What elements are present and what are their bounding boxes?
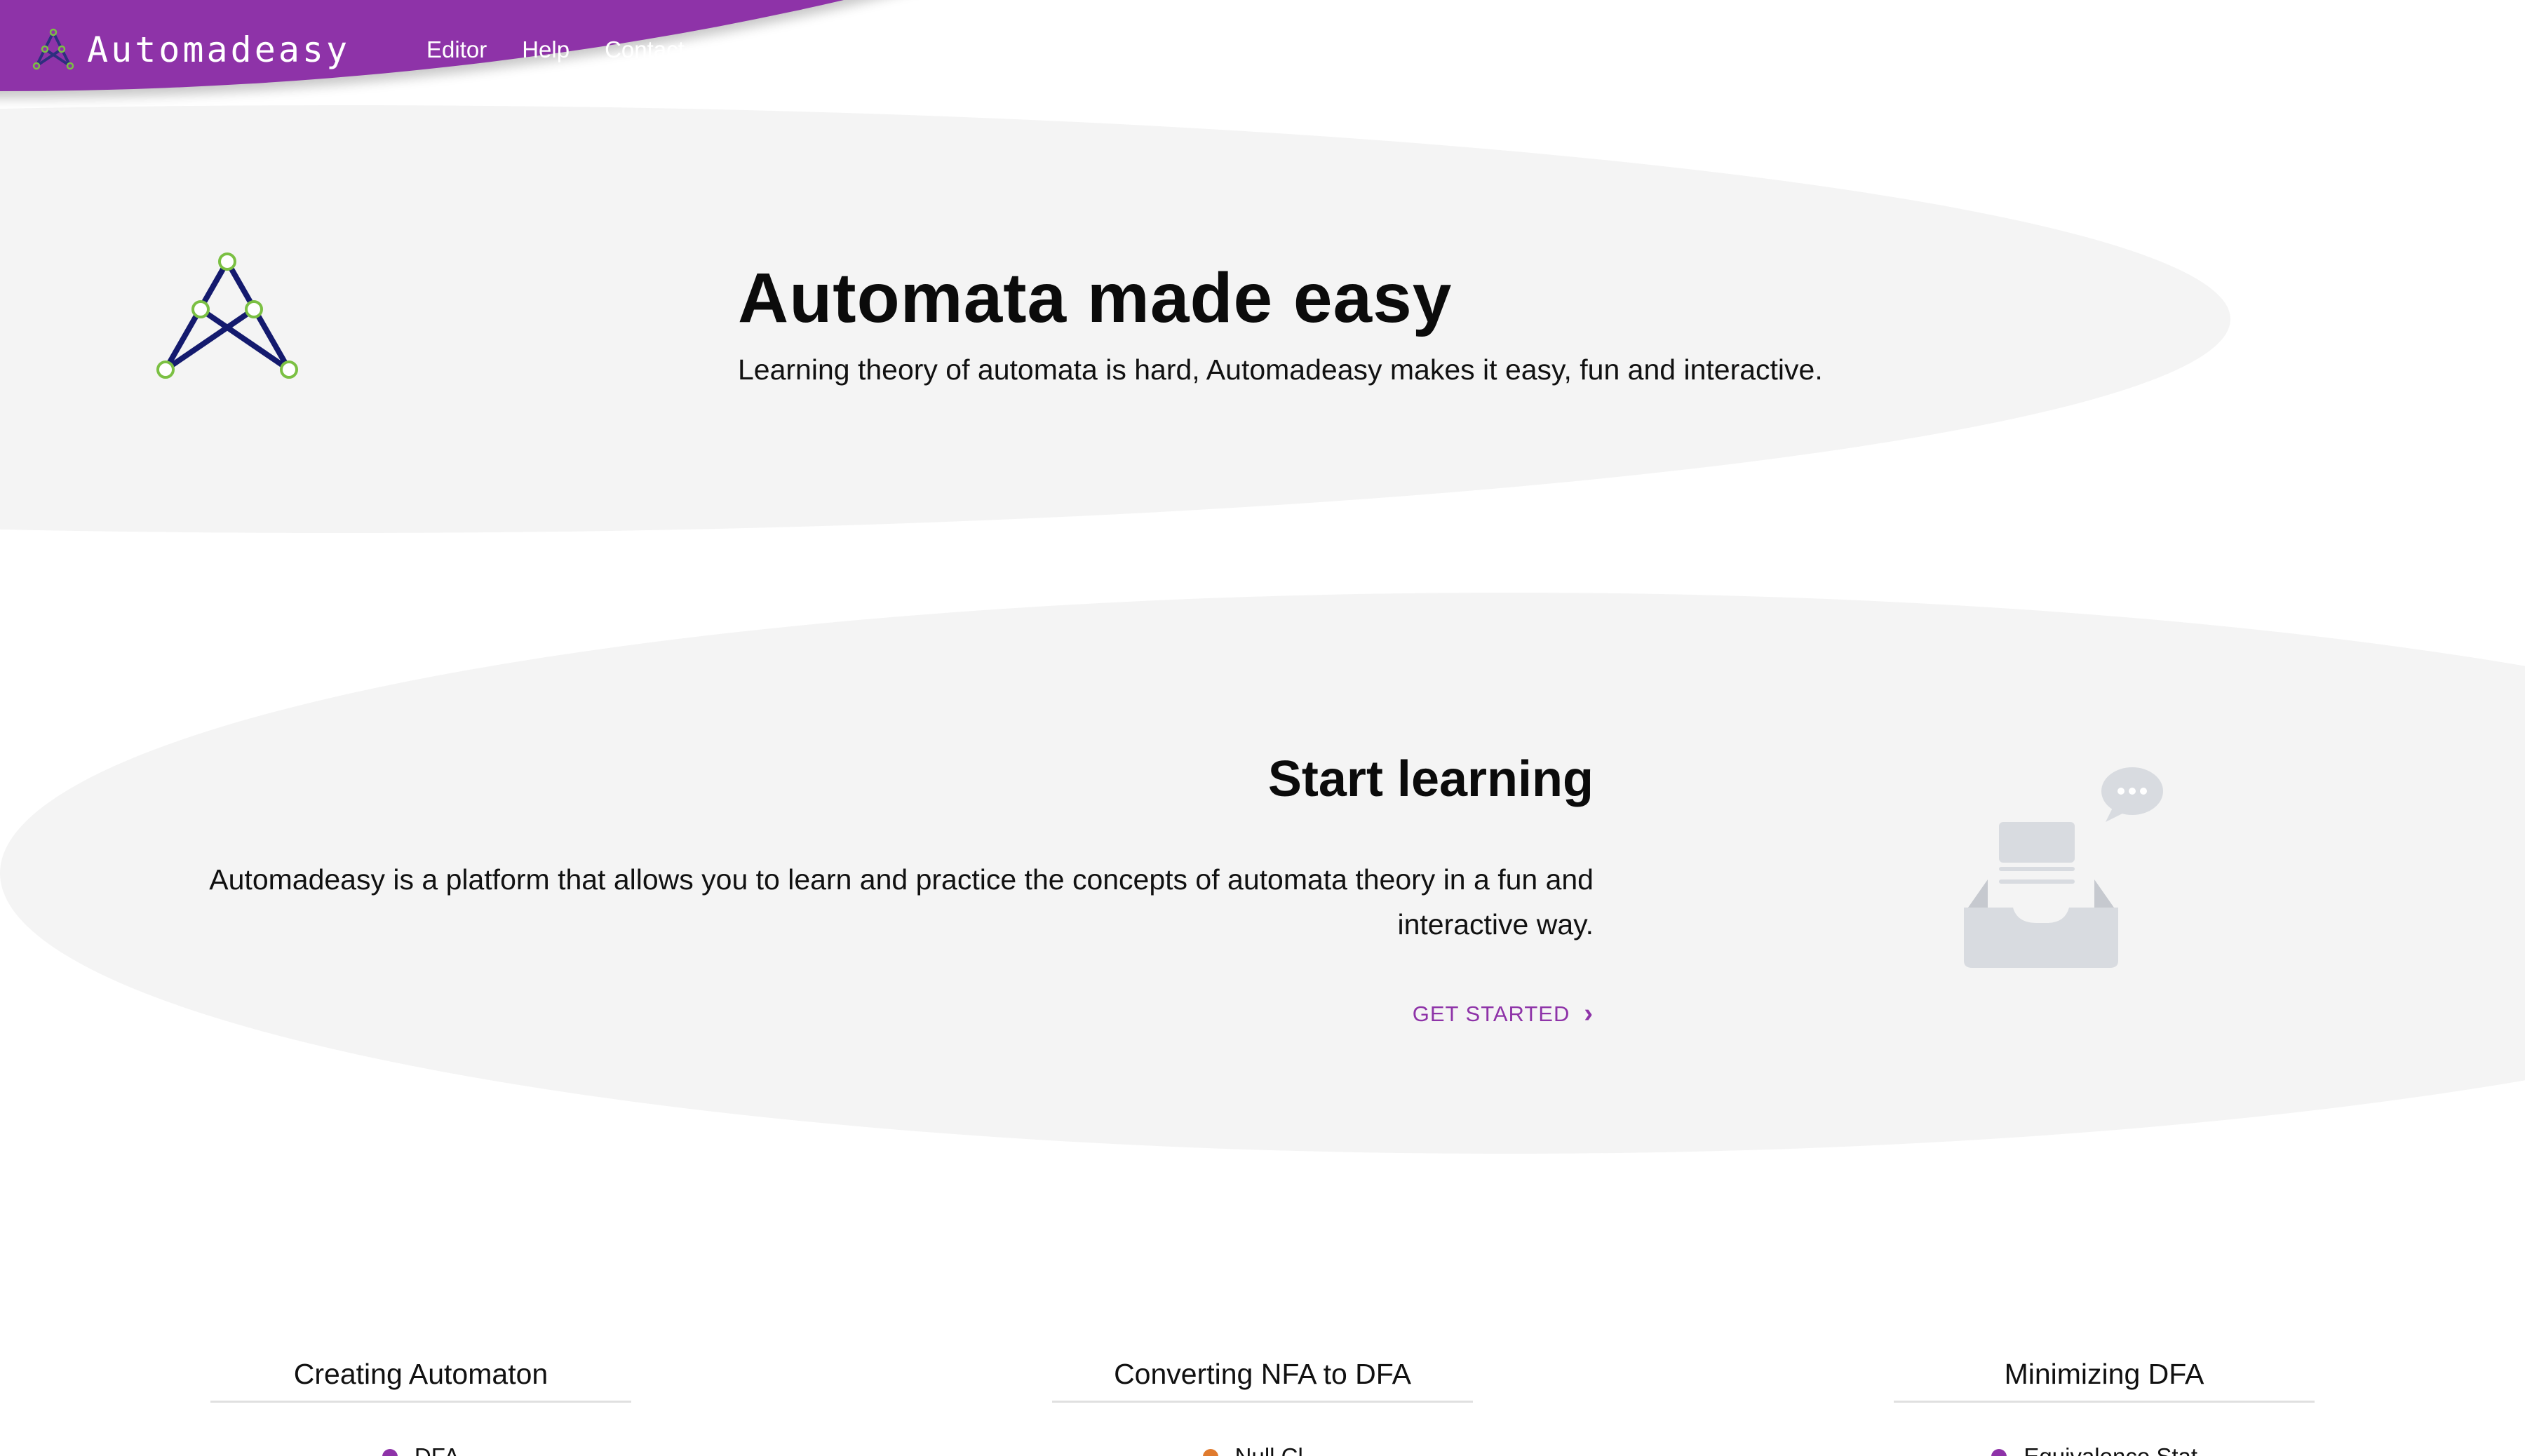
- automaton-logo-icon[interactable]: [31, 27, 76, 72]
- feature-list-item[interactable]: DFA: [210, 1443, 631, 1456]
- main-nav: Editor Help Contact: [426, 36, 685, 63]
- bullet-dot-icon: [382, 1449, 398, 1456]
- feature-title: Converting NFA to DFA: [1052, 1358, 1473, 1403]
- hero-subtitle: Learning theory of automata is hard, Aut…: [738, 353, 1823, 386]
- inbox-chat-illustration: [1964, 767, 2163, 968]
- feature-minimizing-dfa: Minimizing DFA Equivalence Stat...: [1894, 1358, 2315, 1456]
- feature-creating-automaton: Creating Automaton DFA: [210, 1358, 631, 1456]
- feature-title: Minimizing DFA: [1894, 1358, 2315, 1403]
- bullet-dot-icon: [1991, 1449, 2007, 1456]
- brand-name[interactable]: Automadeasy: [87, 29, 350, 70]
- start-learning-text: Automadeasy is a platform that allows yo…: [209, 863, 1594, 941]
- hero-automaton-icon: [156, 252, 298, 379]
- header: Automadeasy Editor Help Contact: [0, 0, 982, 91]
- feature-item-label: Null Cl...: [1235, 1443, 1323, 1456]
- get-started-label: GET STARTED: [1412, 1001, 1570, 1026]
- feature-list-item[interactable]: Null Cl...: [1052, 1443, 1473, 1456]
- chevron-right-icon: ›: [1584, 999, 1594, 1028]
- page: Automadeasy Editor Help Contact Automata…: [0, 0, 2525, 1456]
- get-started-button[interactable]: GET STARTED ›: [1413, 999, 1594, 1029]
- feature-item-label: DFA: [415, 1443, 459, 1456]
- nav-help-link[interactable]: Help: [522, 36, 570, 63]
- nav-editor-link[interactable]: Editor: [426, 36, 487, 63]
- feature-item-label: Equivalence Stat...: [2024, 1443, 2216, 1456]
- bullet-dot-icon: [1202, 1449, 1218, 1456]
- nav-contact-link[interactable]: Contact: [605, 36, 685, 63]
- hero-title: Automata made easy: [738, 259, 1453, 337]
- feature-list-item[interactable]: Equivalence Stat...: [1894, 1443, 2315, 1456]
- feature-title: Creating Automaton: [210, 1358, 631, 1403]
- feature-converting-nfa-to-dfa: Converting NFA to DFA Null Cl...: [1052, 1358, 1473, 1456]
- start-learning-title: Start learning: [1267, 751, 1594, 807]
